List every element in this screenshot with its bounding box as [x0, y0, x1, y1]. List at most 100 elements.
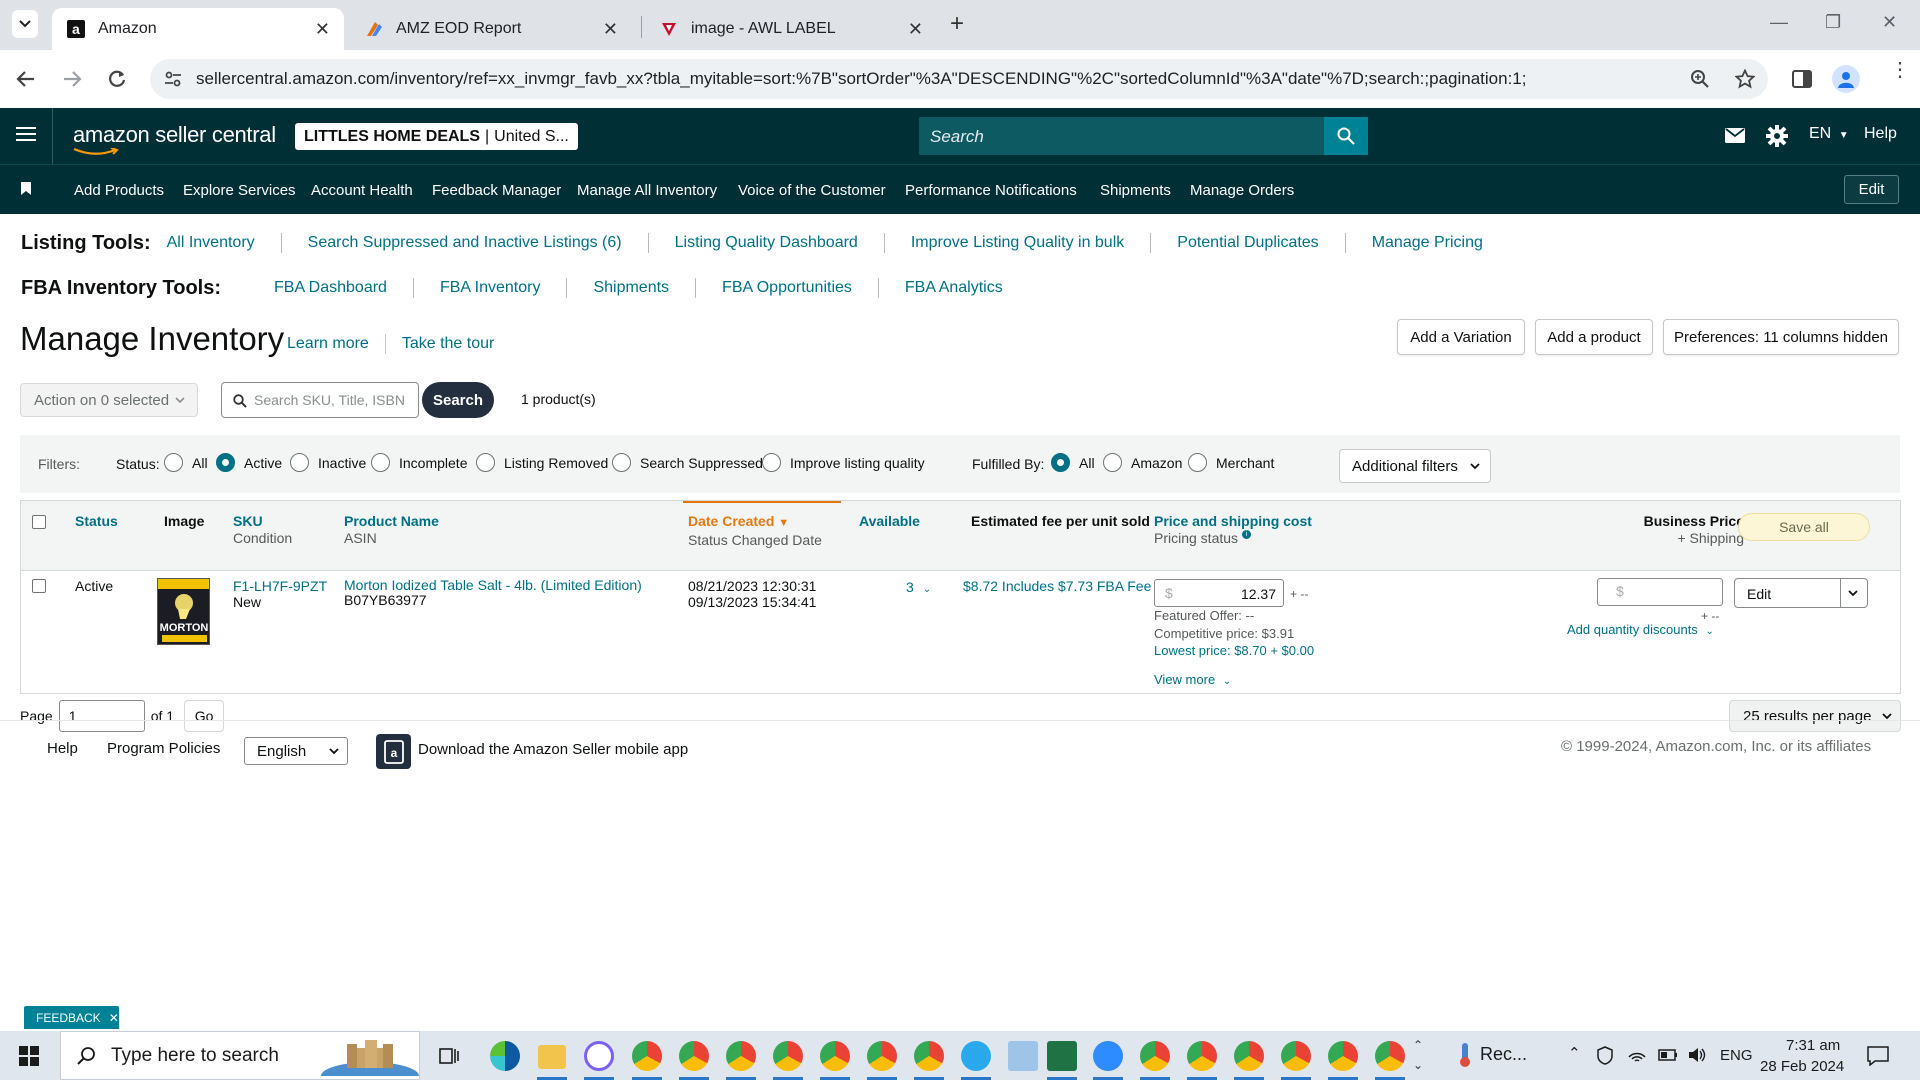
chrome-profile-icon[interactable] — [867, 1041, 897, 1071]
footer-help-link[interactable]: Help — [47, 740, 78, 757]
status-radio-search-suppressed[interactable]: Search Suppressed — [612, 453, 763, 472]
chevron-down-icon[interactable] — [1846, 586, 1860, 600]
row-edit-button[interactable]: Edit — [1747, 586, 1771, 602]
close-window-icon[interactable]: ✕ — [1882, 12, 1897, 33]
close-icon[interactable]: ✕ — [109, 1011, 119, 1025]
link-listing-quality-dashboard[interactable]: Listing Quality Dashboard — [675, 234, 858, 252]
tab-amazon[interactable]: a Amazon ✕ — [52, 8, 344, 50]
notepad-icon[interactable] — [1008, 1041, 1038, 1071]
hamburger-menu-icon[interactable] — [16, 125, 36, 143]
status-radio-incomplete[interactable]: Incomplete — [371, 453, 467, 472]
view-more-link[interactable]: View more ⌄ — [1154, 672, 1231, 690]
fulfilled-radio-amazon[interactable]: Amazon — [1103, 453, 1182, 472]
input-language[interactable]: ENG — [1720, 1047, 1753, 1064]
system-clock[interactable]: 7:31 am 28 Feb 2024 — [1760, 1035, 1844, 1077]
col-price[interactable]: Price and shipping cost Pricing status i — [1154, 513, 1312, 547]
store-switcher[interactable]: LITTLES HOME DEALS | United S... — [295, 123, 578, 150]
feedback-button[interactable]: FEEDBACK ✕ — [24, 1006, 119, 1029]
temperature-icon[interactable] — [1458, 1042, 1472, 1068]
seller-app-icon[interactable]: a — [376, 734, 411, 769]
col-sku[interactable]: SKU Condition — [233, 513, 292, 547]
quantity-discounts-link[interactable]: Add quantity discounts ⌄ — [1567, 622, 1714, 640]
address-bar[interactable]: sellercentral.amazon.com/inventory/ref=x… — [150, 59, 1768, 99]
nav-performance-notifications[interactable]: Performance Notifications — [905, 182, 1077, 199]
site-settings-icon[interactable] — [164, 70, 182, 88]
link-fba-dashboard[interactable]: FBA Dashboard — [274, 279, 387, 297]
chrome-profile-icon[interactable] — [1234, 1041, 1264, 1071]
link-fba-analytics[interactable]: FBA Analytics — [905, 279, 1003, 297]
chrome-profile-icon[interactable] — [773, 1041, 803, 1071]
nav-manage-orders[interactable]: Manage Orders — [1190, 182, 1294, 199]
price-input[interactable]: $ 12.37 — [1154, 579, 1284, 607]
close-tab-icon[interactable]: ✕ — [603, 19, 618, 40]
product-image[interactable]: MORTON — [157, 578, 210, 645]
snipping-tool-icon[interactable] — [584, 1041, 614, 1071]
row-sku[interactable]: F1-LH7F-9PZT — [233, 578, 327, 594]
forward-arrow-icon[interactable] — [62, 69, 82, 89]
bookmark-star-icon[interactable] — [1735, 69, 1755, 89]
notifications-icon[interactable] — [1867, 1046, 1889, 1066]
status-radio-improve-quality[interactable]: Improve listing quality — [762, 453, 925, 472]
footer-program-policies-link[interactable]: Program Policies — [107, 740, 220, 757]
take-tour-link[interactable]: Take the tour — [402, 335, 495, 353]
nav-edit-button[interactable]: Edit — [1844, 175, 1899, 204]
chrome-profile-icon[interactable] — [1328, 1041, 1358, 1071]
business-price-input[interactable]: $ — [1597, 578, 1723, 606]
wifi-icon[interactable] — [1628, 1047, 1646, 1063]
footer-language-select[interactable]: English — [244, 737, 348, 765]
side-panel-icon[interactable] — [1792, 70, 1812, 88]
chrome-profile-icon[interactable] — [679, 1041, 709, 1071]
row-checkbox[interactable] — [32, 579, 46, 593]
bulk-action-select[interactable]: Action on 0 selected — [20, 383, 198, 417]
volume-icon[interactable] — [1688, 1046, 1706, 1064]
header-search-button[interactable] — [1324, 117, 1368, 155]
row-product-name[interactable]: Morton Iodized Table Salt - 4lb. (Limite… — [344, 577, 642, 593]
status-radio-inactive[interactable]: Inactive — [290, 453, 366, 472]
lowest-price[interactable]: Lowest price: $8.70 + $0.00 — [1154, 643, 1314, 659]
nav-add-products[interactable]: Add Products — [74, 182, 164, 199]
nav-explore-services[interactable]: Explore Services — [183, 182, 296, 199]
link-fba-opportunities[interactable]: FBA Opportunities — [722, 279, 852, 297]
nav-manage-all-inventory[interactable]: Manage All Inventory — [577, 182, 717, 199]
chrome-icon[interactable] — [1140, 1041, 1170, 1071]
chrome-profile-icon[interactable] — [726, 1041, 756, 1071]
windows-start-icon[interactable] — [19, 1046, 39, 1066]
nav-feedback-manager[interactable]: Feedback Manager — [432, 182, 561, 199]
status-radio-listing-removed[interactable]: Listing Removed — [476, 453, 608, 472]
header-help-link[interactable]: Help — [1864, 125, 1897, 143]
download-app-link[interactable]: Download the Amazon Seller mobile app — [418, 741, 688, 758]
link-manage-pricing[interactable]: Manage Pricing — [1372, 234, 1483, 252]
row-fee[interactable]: $8.72 Includes $7.73 FBA Fee — [963, 578, 1151, 594]
link-search-suppressed[interactable]: Search Suppressed and Inactive Listings … — [308, 234, 622, 252]
language-selector[interactable]: EN ▼ — [1809, 125, 1849, 143]
nav-account-health[interactable]: Account Health — [311, 182, 413, 199]
tab-awl-label[interactable]: image - AWL LABEL ✕ — [645, 8, 937, 50]
status-radio-all[interactable]: All — [164, 453, 208, 472]
weather-text[interactable]: Rec... — [1480, 1044, 1527, 1065]
link-improve-listing-quality[interactable]: Improve Listing Quality in bulk — [911, 234, 1124, 252]
col-date-created[interactable]: Date Created ▼ Status Changed Date — [688, 513, 822, 549]
chrome-profile-icon[interactable] — [1187, 1041, 1217, 1071]
chrome-profile-icon[interactable] — [914, 1041, 944, 1071]
fulfilled-radio-all[interactable]: All — [1051, 453, 1095, 472]
taskbar-search-box[interactable]: Type here to search — [60, 1031, 420, 1080]
back-arrow-icon[interactable] — [16, 69, 36, 89]
close-tab-icon[interactable]: ✕ — [908, 19, 923, 40]
show-hidden-icons-icon[interactable]: ⌃ — [1568, 1044, 1581, 1062]
mail-icon[interactable] — [1725, 128, 1745, 143]
reload-icon[interactable] — [107, 69, 127, 89]
preferences-button[interactable]: Preferences: 11 columns hidden — [1663, 319, 1899, 355]
tab-search-button[interactable] — [12, 10, 38, 38]
learn-more-link[interactable]: Learn more — [287, 335, 369, 353]
fulfilled-radio-merchant[interactable]: Merchant — [1188, 453, 1274, 472]
zoom-icon[interactable] — [1093, 1041, 1123, 1071]
chrome-profile-icon[interactable] — [1375, 1041, 1405, 1071]
close-tab-icon[interactable]: ✕ — [315, 19, 330, 40]
nav-shipments[interactable]: Shipments — [1100, 182, 1171, 199]
save-all-button[interactable]: Save all — [1738, 513, 1870, 541]
info-icon[interactable]: i — [1241, 530, 1251, 539]
link-fba-inventory[interactable]: FBA Inventory — [440, 279, 541, 297]
add-variation-button[interactable]: Add a Variation — [1397, 319, 1525, 355]
header-search[interactable]: Search — [919, 117, 1368, 155]
battery-icon[interactable] — [1658, 1049, 1678, 1061]
